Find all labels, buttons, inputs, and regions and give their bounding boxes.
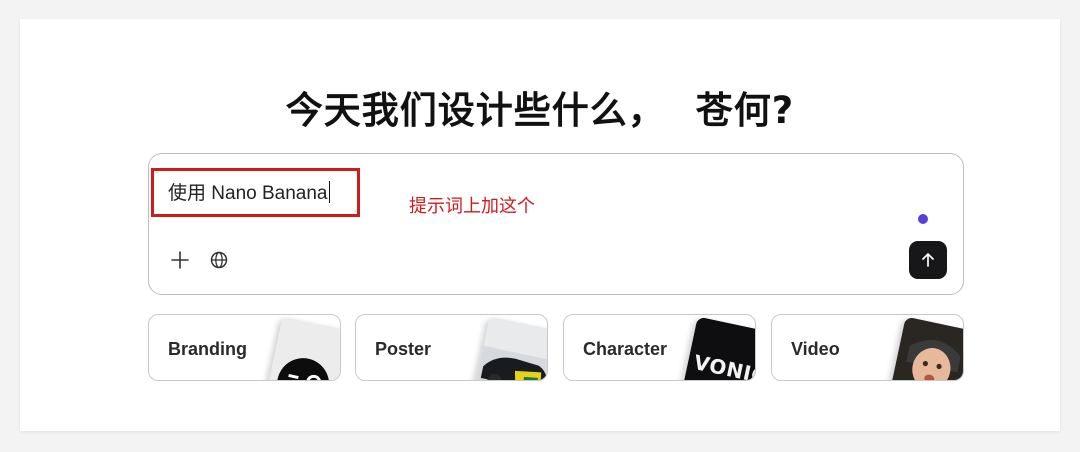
card-poster[interactable]: Poster [355,314,548,381]
send-button[interactable] [909,241,947,279]
card-label: Video [791,339,840,359]
card-label: Poster [375,339,432,359]
branding-thumbnail [264,316,340,380]
globe-icon [210,251,228,269]
card-character[interactable]: Character VONIC [563,314,756,381]
page-title: 今天我们设计些什么， 苍何? [0,80,1080,134]
card-label: Branding [168,339,247,359]
headline-username: 苍何? [695,89,795,132]
character-thumbnail: VONIC [679,316,755,380]
status-dot [918,214,928,224]
card-video[interactable]: Video [771,314,964,381]
web-search-button[interactable] [207,248,231,272]
annotation-note: 提示词上加这个 [409,196,535,217]
add-button[interactable] [168,248,192,272]
plus-icon [171,251,189,269]
card-branding[interactable]: Branding [148,314,341,381]
arrow-up-icon [922,253,934,267]
annotation-highlight-box [151,168,360,217]
card-label: Character [583,339,668,359]
headline-text: 今天我们设计些什么， [285,89,666,132]
poster-thumbnail [471,316,547,380]
video-thumbnail [887,316,963,380]
